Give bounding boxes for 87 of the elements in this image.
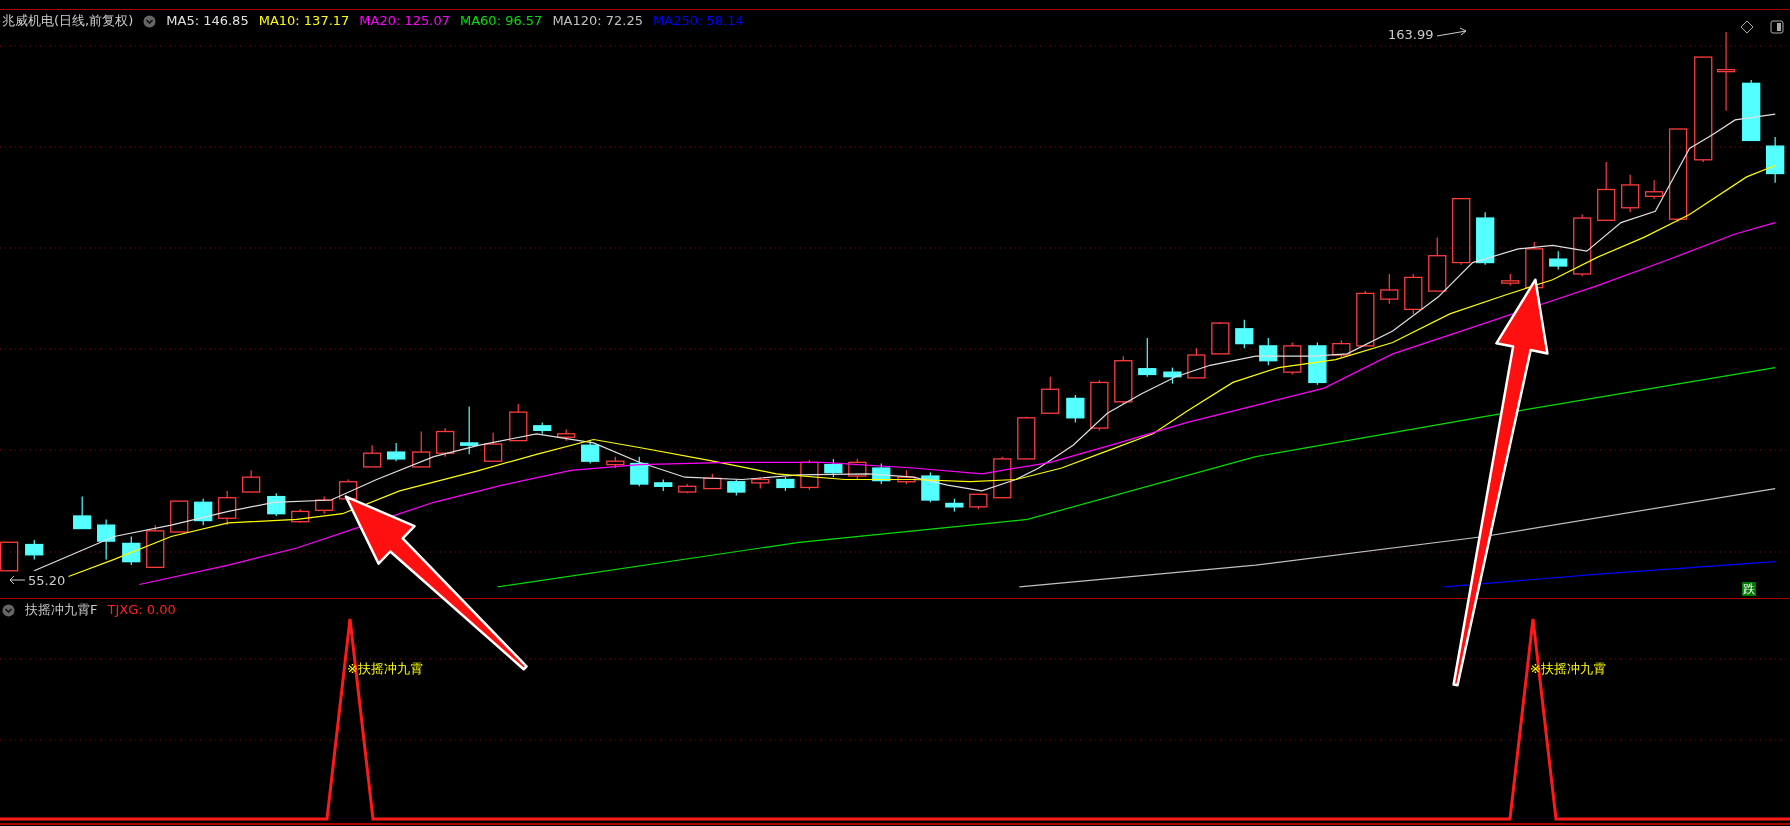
candlestick — [727, 478, 746, 497]
candlestick — [1308, 341, 1327, 386]
candlestick — [1742, 79, 1761, 142]
candlestick — [194, 498, 213, 526]
candlestick — [848, 458, 867, 481]
moving-average-value: MA250: 58.14 — [653, 12, 744, 30]
pointer-arrow — [8, 575, 26, 585]
candlestick — [921, 472, 940, 503]
candlestick — [1041, 376, 1060, 414]
candlestick — [1138, 337, 1157, 378]
candlestick — [969, 493, 988, 510]
candlestick — [25, 539, 44, 560]
indicator-value: TJXG: 0.00 — [107, 601, 176, 619]
candlestick — [606, 456, 625, 469]
candlestick — [97, 518, 116, 560]
candlestick — [824, 458, 843, 478]
candlestick — [0, 541, 19, 572]
panel-toggle-icon[interactable] — [1770, 20, 1784, 34]
candlestick — [1356, 290, 1375, 347]
candlestick — [387, 442, 406, 462]
candlestick — [1332, 339, 1351, 358]
moving-average-value: MA60: 96.57 — [460, 12, 543, 30]
collapse-toggle-icon[interactable] — [2, 603, 15, 617]
candlestick — [800, 459, 819, 491]
candlestick — [1187, 347, 1206, 379]
collapse-toggle-icon[interactable] — [143, 14, 157, 28]
candlestick — [484, 432, 503, 462]
candlestick — [1766, 136, 1785, 184]
moving-average-value: MA10: 137.17 — [258, 12, 350, 30]
candlestick — [73, 496, 92, 530]
candlestick — [315, 496, 334, 515]
diamond-icon[interactable] — [1740, 20, 1754, 34]
candlestick — [1017, 416, 1036, 460]
candlestick — [1501, 273, 1520, 286]
candlestick — [460, 405, 479, 455]
candlestick — [1621, 174, 1640, 213]
candlestick — [412, 430, 431, 468]
low-price-label: 55.20 — [28, 572, 66, 590]
candlestick — [751, 476, 770, 490]
candlestick — [1235, 319, 1254, 349]
fall-badge: 跌 — [1742, 582, 1756, 596]
candlestick — [1452, 198, 1471, 266]
candlestick — [630, 456, 649, 487]
candlestick — [218, 490, 237, 526]
candlestick — [267, 492, 286, 517]
moving-average-value: MA5: 146.85 — [166, 12, 249, 30]
candlestick — [436, 427, 455, 458]
candlestick — [291, 508, 310, 524]
high-price-label: 163.99 — [1388, 26, 1434, 44]
candlestick — [242, 469, 261, 493]
candlestick — [872, 462, 891, 485]
candlestick — [1549, 250, 1568, 270]
indicator-name: 扶摇冲九霄F — [25, 601, 98, 619]
candlestick — [1114, 355, 1133, 405]
candlestick — [339, 478, 358, 503]
candlestick — [1476, 211, 1495, 266]
candlestick — [1259, 337, 1278, 366]
candlestick — [1211, 321, 1230, 355]
candlestick — [1163, 367, 1182, 385]
candlestick — [776, 476, 795, 492]
candlestick — [703, 473, 722, 490]
candlestick — [122, 535, 141, 566]
candlestick — [654, 478, 673, 492]
candlestick — [993, 456, 1012, 499]
moving-average-value: MA20: 125.07 — [359, 12, 450, 30]
candlestick — [1597, 161, 1616, 221]
candlestick — [1380, 273, 1399, 305]
candlestick — [557, 428, 576, 442]
candlestick — [533, 421, 552, 435]
candlestick — [1645, 179, 1664, 200]
candlestick — [1090, 379, 1109, 431]
candlestick — [1428, 236, 1447, 292]
candlestick — [581, 440, 600, 465]
candlestick — [363, 444, 382, 468]
candlestick — [1066, 394, 1085, 423]
candlestick — [1573, 214, 1592, 277]
candlestick — [897, 469, 916, 485]
moving-average-value: MA120: 72.25 — [552, 12, 644, 30]
candlestick — [678, 483, 697, 494]
stock-title: 兆威机电(日线,前复权) — [2, 12, 134, 30]
candlestick — [170, 500, 189, 533]
candlestick — [509, 403, 528, 442]
candlestick — [945, 498, 964, 513]
candlestick — [1283, 341, 1302, 376]
pointer-arrow — [1436, 27, 1468, 39]
candlestick — [146, 524, 165, 568]
candlestick — [1404, 273, 1423, 315]
